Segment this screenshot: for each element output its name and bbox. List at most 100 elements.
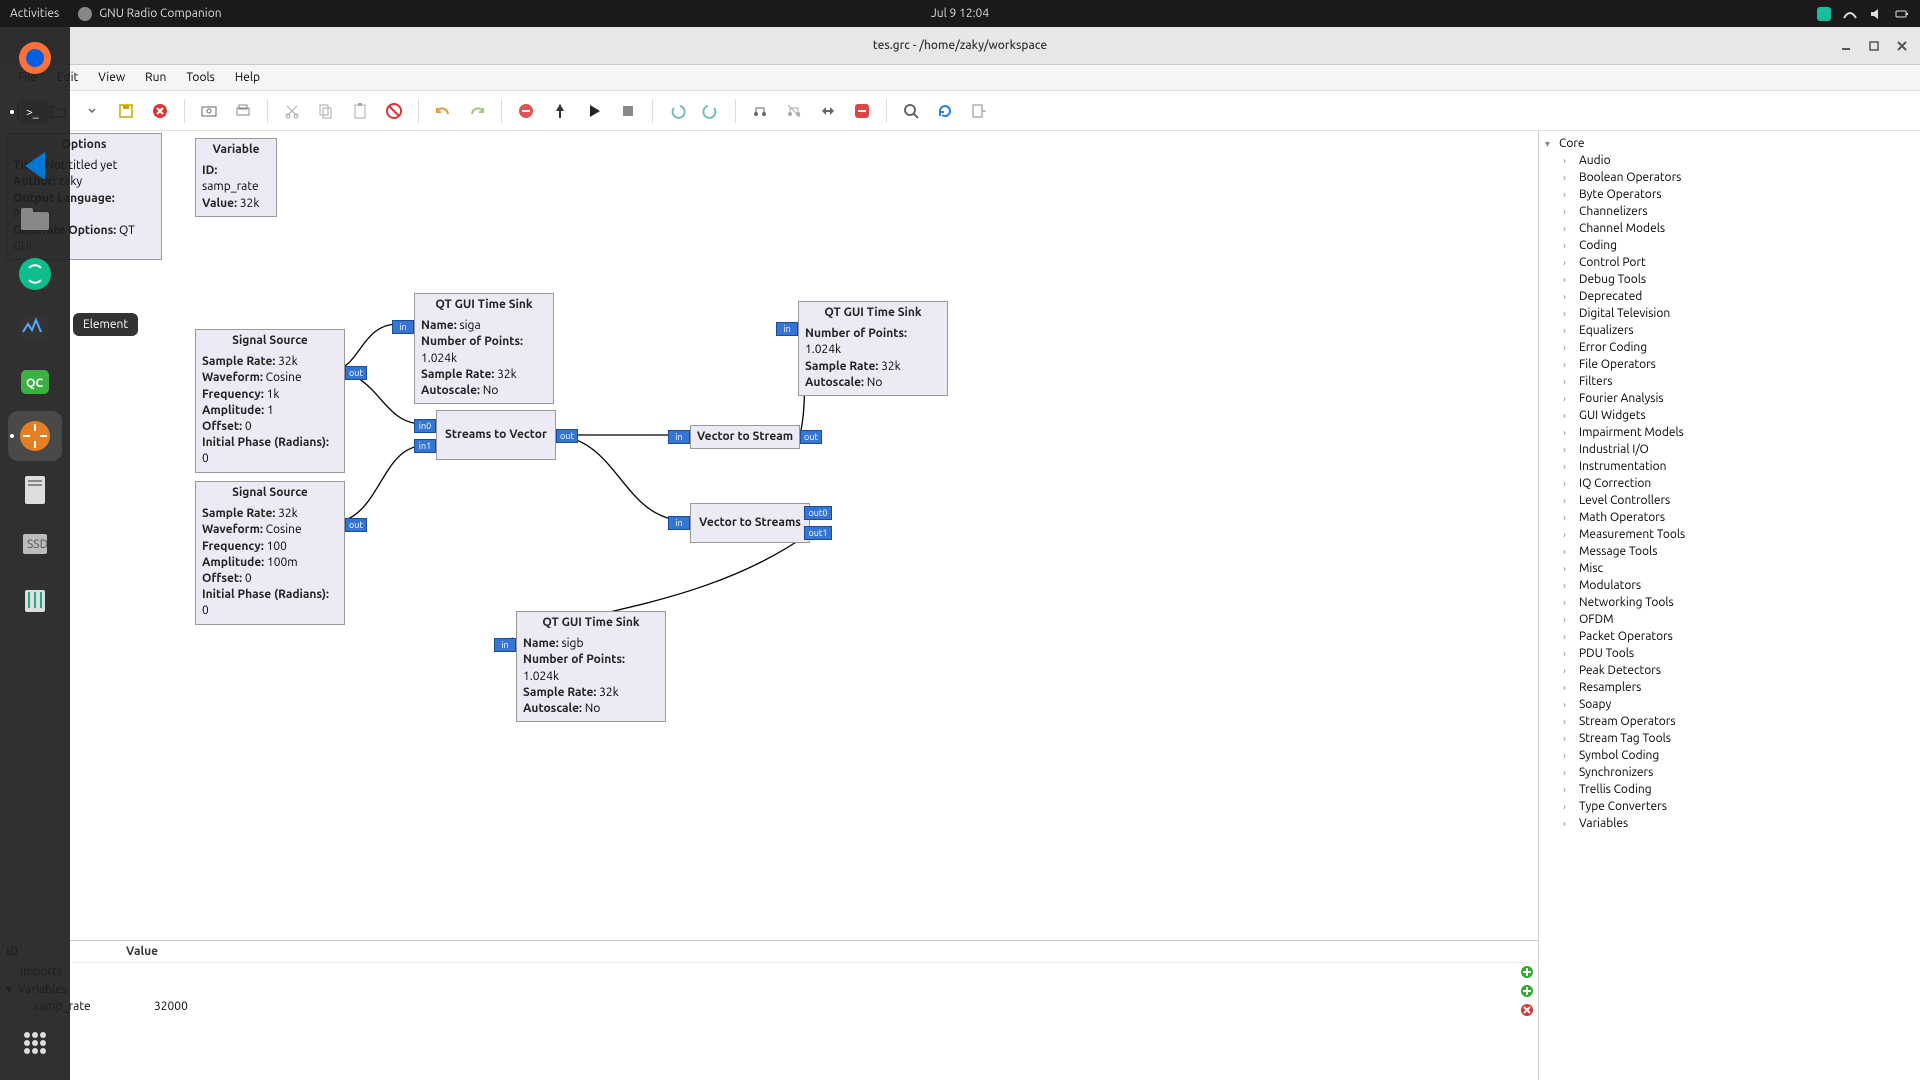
library-category[interactable]: ›Debug Tools [1539,271,1920,288]
library-category[interactable]: ›Stream Operators [1539,713,1920,730]
remove-variable-button[interactable] [1520,1003,1534,1020]
library-category[interactable]: ›Digital Television [1539,305,1920,322]
library-category[interactable]: ›Audio [1539,152,1920,169]
redo-button[interactable] [462,96,492,126]
dock-show-apps[interactable] [8,1018,62,1068]
library-category[interactable]: ›PDU Tools [1539,645,1920,662]
open-block-button[interactable] [964,96,994,126]
library-category[interactable]: ›Industrial I/O [1539,441,1920,458]
window-maximize-button[interactable] [1864,36,1884,56]
rotate-right-button[interactable] [696,96,726,126]
library-category[interactable]: ›Level Controllers [1539,492,1920,509]
save-button[interactable] [111,96,141,126]
library-category[interactable]: ›Resamplers [1539,679,1920,696]
library-category[interactable]: ›IQ Correction [1539,475,1920,492]
library-category[interactable]: ›Filters [1539,373,1920,390]
library-category[interactable]: ›Boolean Operators [1539,169,1920,186]
open-recent-button[interactable] [77,96,107,126]
copy-button[interactable] [311,96,341,126]
library-category[interactable]: ›Synchronizers [1539,764,1920,781]
undo-button[interactable] [428,96,458,126]
block-time-sink-c[interactable]: QT GUI Time Sink Number of Points: 1.024… [798,301,948,396]
add-variable-button[interactable] [1520,984,1534,1001]
kill-button[interactable] [613,96,643,126]
library-category[interactable]: ›Type Converters [1539,798,1920,815]
menu-view[interactable]: View [88,67,135,88]
port-in[interactable]: in [494,638,516,652]
port-out[interactable]: out [345,366,367,380]
port-out[interactable]: out [345,518,367,532]
library-category[interactable]: ›File Operators [1539,356,1920,373]
port-out[interactable]: out [800,430,822,444]
block-time-sink-a[interactable]: QT GUI Time Sink Name: siga Number of Po… [414,293,554,404]
dock-app-gnuradio[interactable] [8,411,62,461]
library-category[interactable]: ›Channelizers [1539,203,1920,220]
flowgraph-canvas[interactable]: Options Title: Not titled yet Author: za… [0,131,1538,940]
library-category[interactable]: ›Message Tools [1539,543,1920,560]
port-in[interactable]: in [668,516,690,530]
window-minimize-button[interactable] [1836,36,1856,56]
library-category[interactable]: ›Symbol Coding [1539,747,1920,764]
variable-row[interactable]: samp_rate 32000 [0,998,1538,1015]
block-variable[interactable]: Variable ID: samp_rate Value: 32k [195,138,277,217]
menu-tools[interactable]: Tools [176,67,225,88]
library-category[interactable]: ›Math Operators [1539,509,1920,526]
library-category[interactable]: ›Deprecated [1539,288,1920,305]
port-in0[interactable]: in0 [414,419,436,433]
network-icon[interactable] [1842,6,1858,22]
dock-app-system-monitor[interactable] [8,303,62,353]
titlebar[interactable]: tes.grc - /home/zaky/workspace [0,27,1920,65]
library-category[interactable]: ›Channel Models [1539,220,1920,237]
library-root[interactable]: ▾ Core [1539,135,1920,152]
rotate-left-button[interactable] [662,96,692,126]
activities-button[interactable]: Activities [10,7,59,20]
dock-app-trash[interactable] [8,573,62,623]
reload-button[interactable] [930,96,960,126]
port-in1[interactable]: in1 [414,439,436,453]
hide-disabled-button[interactable] [847,96,877,126]
library-category[interactable]: ›Variables [1539,815,1920,832]
execute-button[interactable] [579,96,609,126]
dock-app-vscode[interactable] [8,141,62,191]
find-button[interactable] [896,96,926,126]
menu-help[interactable]: Help [225,67,270,88]
library-category[interactable]: ›Control Port [1539,254,1920,271]
dock-app-disks[interactable]: SSD [8,519,62,569]
app-indicator-icon[interactable] [1816,6,1832,22]
library-category[interactable]: ›Trellis Coding [1539,781,1920,798]
dock-app-firefox[interactable] [8,33,62,83]
library-category[interactable]: ›Instrumentation [1539,458,1920,475]
menu-run[interactable]: Run [135,67,176,88]
library-category[interactable]: ›GUI Widgets [1539,407,1920,424]
block-signal-source-2[interactable]: Signal Source Sample Rate: 32k Waveform:… [195,481,345,625]
volume-icon[interactable] [1868,6,1884,22]
library-category[interactable]: ›Error Coding [1539,339,1920,356]
dock-app-terminal[interactable]: >_ [8,87,62,137]
delete-button[interactable] [379,96,409,126]
block-time-sink-b[interactable]: QT GUI Time Sink Name: sigb Number of Po… [516,611,666,722]
enable-button[interactable] [745,96,775,126]
port-out0[interactable]: out0 [804,506,832,520]
close-button[interactable] [145,96,175,126]
library-category[interactable]: ›Impairment Models [1539,424,1920,441]
bypass-button[interactable] [813,96,843,126]
disable-button[interactable] [779,96,809,126]
block-signal-source-1[interactable]: Signal Source Sample Rate: 32k Waveform:… [195,329,345,473]
generate-button[interactable] [545,96,575,126]
library-category[interactable]: ›Soapy [1539,696,1920,713]
block-streams-to-vector[interactable]: Streams to Vector in0 in1 out [436,410,556,460]
errors-button[interactable] [511,96,541,126]
library-category[interactable]: ›Modulators [1539,577,1920,594]
window-close-button[interactable] [1892,36,1912,56]
imports-row[interactable]: Imports [0,963,1538,980]
cut-button[interactable] [277,96,307,126]
port-in[interactable]: in [392,320,414,334]
library-category[interactable]: ›Peak Detectors [1539,662,1920,679]
library-category[interactable]: ›Stream Tag Tools [1539,730,1920,747]
block-vector-to-stream[interactable]: Vector to Stream in out [690,425,800,449]
library-category[interactable]: ›Packet Operators [1539,628,1920,645]
dock-app-files[interactable] [8,195,62,245]
dock-app-text-editor[interactable] [8,465,62,515]
current-app[interactable]: GNU Radio Companion [77,6,221,22]
variables-group[interactable]: ▾ Variables [0,980,1538,998]
